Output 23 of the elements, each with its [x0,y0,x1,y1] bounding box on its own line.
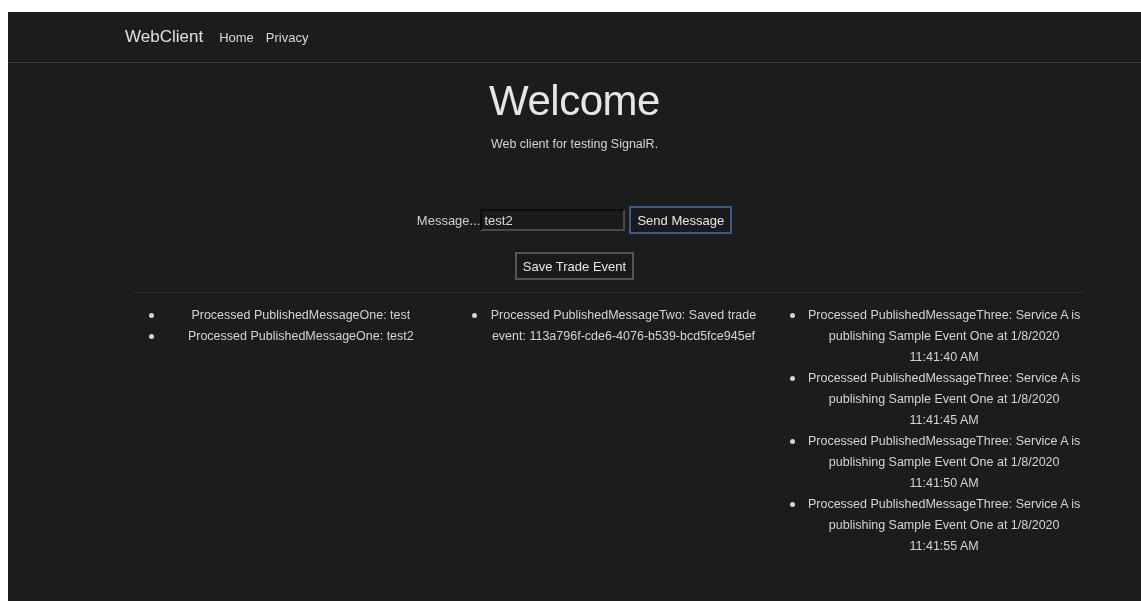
nav-link[interactable]: Home [219,29,254,45]
message-item: Processed PublishedMessageThree: Service A is publishing Sample Event One at 1/8/2020 11:41:45 AM [806,370,1082,429]
save-trade-event-button[interactable]: Save Trade Event [514,252,635,280]
message-item: Processed PublishedMessageTwo: Saved trade event: 113a796f-cde6-4076-b539-bcd5fce945ef [489,307,758,345]
message-item: Processed PublishedMessageThree: Service A is publishing Sample Event One at 1/8/2020 11:41:40 AM [806,307,1082,366]
bullet-icon [790,376,796,381]
message-item: Processed PublishedMessageThree: Service A is publishing Sample Event One at 1/8/2020 11:41:50 AM [806,433,1082,492]
message-item: Processed PublishedMessageOne: test [190,307,412,324]
nav-link[interactable]: Privacy [265,29,309,45]
bullet-icon [149,313,154,318]
welcome-heading: Welcome [489,77,660,125]
message-label: Message... [416,212,481,228]
bullet-icon [471,313,477,318]
bullet-icon [149,334,154,339]
subtitle: Web client for testing SignalR. [490,137,659,151]
send-message-button[interactable]: Send Message [629,206,733,234]
message-input[interactable]: test2 [480,209,626,231]
bullet-icon [790,439,796,444]
bullet-icon [790,502,796,507]
brand-link[interactable]: WebClient [125,27,204,47]
message-item: Processed PublishedMessageThree: Service A is publishing Sample Event One at 1/8/2020 11:41:55 AM [806,496,1082,555]
bullet-icon [790,313,796,318]
message-item: Processed PublishedMessageOne: test2 [186,328,415,345]
